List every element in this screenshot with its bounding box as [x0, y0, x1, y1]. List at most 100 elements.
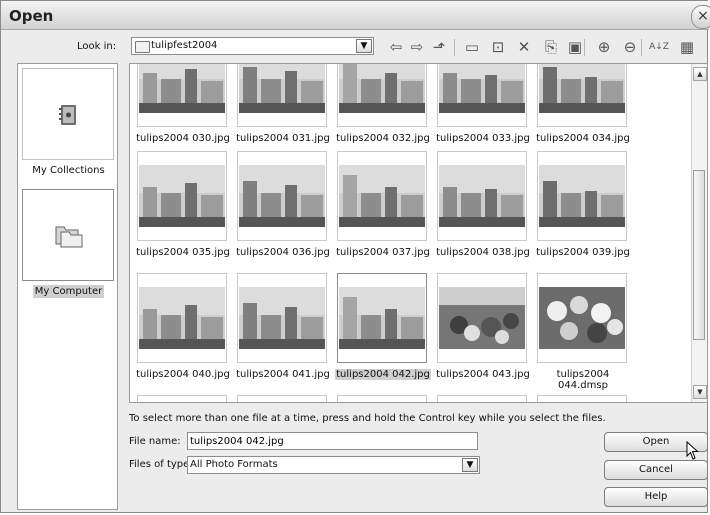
file-name-label[interactable]: tulips2004 039.jpg: [531, 247, 635, 258]
file-name-text: tulips2004 031.jpg: [236, 133, 330, 144]
file-type-label: Files of type:: [129, 459, 193, 470]
file-name-label[interactable]: tulips2004 043.jpg: [431, 369, 535, 380]
chevron-down-icon[interactable]: ▼: [462, 458, 478, 472]
file-thumbnail[interactable]: [237, 395, 327, 402]
scroll-up-icon[interactable]: ▲: [693, 67, 707, 81]
file-type-value: All Photo Formats: [190, 459, 278, 470]
open-dialog: Open × Look in: tulipfest2004 ▼ ⇦ ⇨ ⬏ ▭ ⊡ ✕ ⎘ ▣…: [0, 0, 710, 513]
file-thumbnail[interactable]: [537, 64, 627, 127]
file-type-select[interactable]: All Photo Formats ▼: [187, 456, 480, 474]
collections-icon: [59, 105, 76, 125]
places-sidebar: My Collections My Computer: [17, 63, 118, 510]
toolbar-separator: [584, 39, 585, 56]
file-name-input[interactable]: [187, 432, 478, 450]
file-name-label[interactable]: tulips2004 040.jpg: [131, 369, 235, 380]
photo-thumbnail-image: [339, 165, 425, 227]
photo-thumbnail-image: [539, 64, 625, 113]
title-bar[interactable]: Open ×: [1, 1, 710, 30]
file-name-text: tulips2004 044.dmsp: [556, 369, 610, 391]
file-thumbnail[interactable]: [337, 64, 427, 127]
look-in-select[interactable]: tulipfest2004 ▼: [131, 37, 374, 55]
file-name-label[interactable]: tulips2004 037.jpg: [331, 247, 435, 258]
scroll-down-icon[interactable]: ▼: [693, 385, 707, 399]
photo-thumbnail-image: [239, 64, 325, 113]
file-name-label[interactable]: tulips2004 036.jpg: [231, 247, 335, 258]
select-all-icon[interactable]: ⊡: [487, 36, 509, 58]
dialog-title: Open: [9, 7, 54, 25]
photo-thumbnail-image: [139, 165, 225, 227]
up-folder-icon[interactable]: ⬏: [428, 36, 450, 58]
file-thumbnail[interactable]: [437, 151, 527, 241]
scrollbar-thumb[interactable]: [693, 170, 705, 340]
file-thumbnail[interactable]: [137, 273, 227, 363]
file-thumbnail[interactable]: [537, 151, 627, 241]
file-thumbnail[interactable]: [337, 273, 427, 363]
file-name-label[interactable]: tulips2004 032.jpg: [331, 133, 435, 144]
file-name-text: tulips2004 040.jpg: [136, 369, 230, 380]
file-thumbnail-area: tulips2004 030.jpg tulips2004 031.jpg tuli…: [129, 63, 708, 403]
file-thumbnail[interactable]: [137, 64, 227, 127]
cancel-button[interactable]: Cancel: [604, 460, 708, 480]
photo-thumbnail-image: [439, 165, 525, 227]
file-name-label[interactable]: tulips2004 030.jpg: [131, 133, 235, 144]
sidebar-item-my-collections[interactable]: [22, 68, 114, 160]
file-thumbnail[interactable]: [237, 273, 327, 363]
photo-thumbnail-image: [539, 287, 625, 349]
photo-thumbnail-image: [339, 64, 425, 113]
forward-icon[interactable]: ⇨: [406, 36, 428, 58]
file-thumbnail[interactable]: [337, 151, 427, 241]
delete-icon[interactable]: ✕: [513, 36, 535, 58]
file-name-text: tulips2004 041.jpg: [236, 369, 330, 380]
close-icon[interactable]: ×: [691, 5, 710, 29]
file-name-text: tulips2004 039.jpg: [536, 247, 630, 258]
view-icon[interactable]: ▦: [676, 36, 698, 58]
zoom-in-icon[interactable]: ⊕: [593, 36, 615, 58]
multi-select-hint: To select more than one file at a time, …: [129, 413, 606, 424]
toolbar-separator: [454, 39, 455, 56]
folder-icon: [135, 41, 150, 53]
file-name-label[interactable]: tulips2004 033.jpg: [431, 133, 535, 144]
file-thumbnail[interactable]: [537, 273, 627, 363]
photo-thumbnail-image: [139, 64, 225, 113]
file-name-label[interactable]: tulips2004 031.jpg: [231, 133, 335, 144]
file-thumbnail[interactable]: [237, 64, 327, 127]
file-name-label[interactable]: tulips2004 034.jpg: [531, 133, 635, 144]
file-name-text: tulips2004 033.jpg: [436, 133, 530, 144]
toolbar-separator: [641, 39, 642, 56]
photo-thumbnail-image: [439, 64, 525, 113]
file-name-text: tulips2004 030.jpg: [136, 133, 230, 144]
copy-icon[interactable]: ⎘: [540, 36, 562, 58]
computer-folders-icon: [55, 226, 83, 248]
file-thumbnail[interactable]: [337, 395, 427, 402]
look-in-label: Look in:: [77, 41, 117, 52]
file-name-text: tulips2004 042.jpg: [335, 369, 431, 380]
sort-icon[interactable]: A↓Z: [648, 36, 670, 58]
mouse-cursor-icon: [686, 441, 699, 460]
file-name-label[interactable]: tulips2004 042.jpg: [331, 369, 435, 380]
photo-thumbnail-image: [239, 287, 325, 349]
file-name-label[interactable]: tulips2004 038.jpg: [431, 247, 535, 258]
file-thumbnail[interactable]: [437, 64, 527, 127]
new-folder-icon[interactable]: ▭: [461, 36, 483, 58]
file-thumbnail[interactable]: [537, 395, 627, 402]
zoom-out-icon[interactable]: ⊖: [619, 36, 641, 58]
file-name-text: tulips2004 037.jpg: [336, 247, 430, 258]
slideshow-icon[interactable]: ▣: [564, 36, 586, 58]
file-thumbnail[interactable]: [137, 151, 227, 241]
file-name-label[interactable]: tulips2004 035.jpg: [131, 247, 235, 258]
file-name-label[interactable]: tulips2004 041.jpg: [231, 369, 335, 380]
file-name-text: tulips2004 034.jpg: [536, 133, 630, 144]
file-thumbnail[interactable]: [437, 395, 527, 402]
file-thumbnail[interactable]: [237, 151, 327, 241]
file-name-text: tulips2004 032.jpg: [336, 133, 430, 144]
chevron-down-icon[interactable]: ▼: [356, 39, 372, 53]
sidebar-item-my-computer[interactable]: [22, 189, 114, 281]
file-thumbnail[interactable]: [437, 273, 527, 363]
help-button[interactable]: Help: [604, 487, 708, 507]
file-name-label[interactable]: tulips2004 044.dmsp: [531, 369, 635, 391]
file-thumbnail[interactable]: [137, 395, 227, 402]
vertical-scrollbar[interactable]: ▲ ▼: [691, 64, 707, 402]
photo-thumbnail-image: [539, 165, 625, 227]
file-name-text: tulips2004 043.jpg: [436, 369, 530, 380]
back-icon[interactable]: ⇦: [385, 36, 407, 58]
